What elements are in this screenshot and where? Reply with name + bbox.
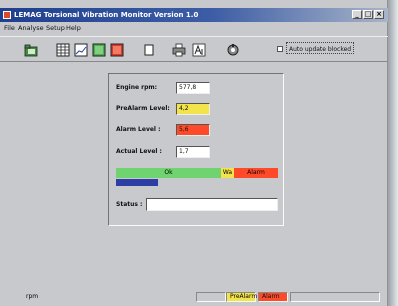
warning-zone: Wa (221, 168, 234, 178)
close-button[interactable]: × (374, 10, 384, 19)
auto-update-label[interactable]: Auto update blocked (286, 42, 355, 54)
prealarm-level-label: PreAlarm Level: (116, 105, 170, 112)
chart-icon[interactable] (74, 42, 88, 57)
alarm-level-field[interactable]: 5,6 (176, 124, 210, 136)
prealarm-level-field[interactable]: 4,2 (176, 103, 210, 115)
maximize-button[interactable]: □ (363, 10, 373, 19)
desktop-edge (388, 0, 398, 306)
title-bar[interactable]: LEMAG Torsional Vibration Monitor Versio… (0, 8, 388, 22)
menu-bar: File Analyse Setup Help (0, 23, 388, 34)
ok-zone: Ok (116, 168, 221, 178)
status-cell-info (290, 292, 380, 302)
status-field (146, 198, 278, 211)
engine-rpm-label: Engine rpm: (116, 84, 158, 91)
alarm-level-label: Alarm Level : (116, 126, 161, 133)
alarm-scale-bar: Ok Wa Alarm (116, 168, 278, 178)
minimize-button[interactable]: _ (352, 10, 362, 19)
toolbar: Auto update blocked (0, 36, 388, 62)
engine-rpm-field: 577,8 (176, 82, 210, 94)
print-icon[interactable] (172, 42, 186, 57)
actual-level-label: Actual Level : (116, 148, 162, 155)
table-icon[interactable] (56, 42, 70, 57)
status-alarm: Alarm (258, 292, 288, 302)
open-icon[interactable] (24, 42, 38, 57)
actual-level-field: 1,7 (176, 146, 210, 158)
app-icon (3, 11, 11, 19)
status-label: Status : (116, 201, 143, 208)
font-icon[interactable] (192, 42, 206, 57)
status-cell-blank (196, 292, 226, 302)
menu-analyse[interactable]: Analyse (18, 23, 44, 34)
main-window: LEMAG Torsional Vibration Monitor Versio… (0, 0, 388, 306)
window-title: LEMAG Torsional Vibration Monitor Versio… (14, 11, 199, 19)
status-prealarm: PreAlarm (226, 292, 257, 302)
menu-file[interactable]: File (4, 23, 15, 34)
status-rpm: rpm (26, 293, 39, 300)
menu-setup[interactable]: Setup (46, 23, 65, 34)
auto-update-checkbox[interactable] (277, 46, 283, 52)
alarm-zone: Alarm (234, 168, 278, 178)
actual-level-bar (116, 179, 278, 186)
tools-icon[interactable] (226, 42, 240, 56)
blank-page-icon[interactable] (142, 42, 156, 56)
status-bar: rpm PreAlarm Alarm (0, 291, 388, 303)
actual-level-fill (116, 179, 159, 186)
red-chart-icon[interactable] (110, 42, 124, 57)
menu-help[interactable]: Help (66, 23, 81, 34)
green-chart-icon[interactable] (92, 42, 106, 57)
